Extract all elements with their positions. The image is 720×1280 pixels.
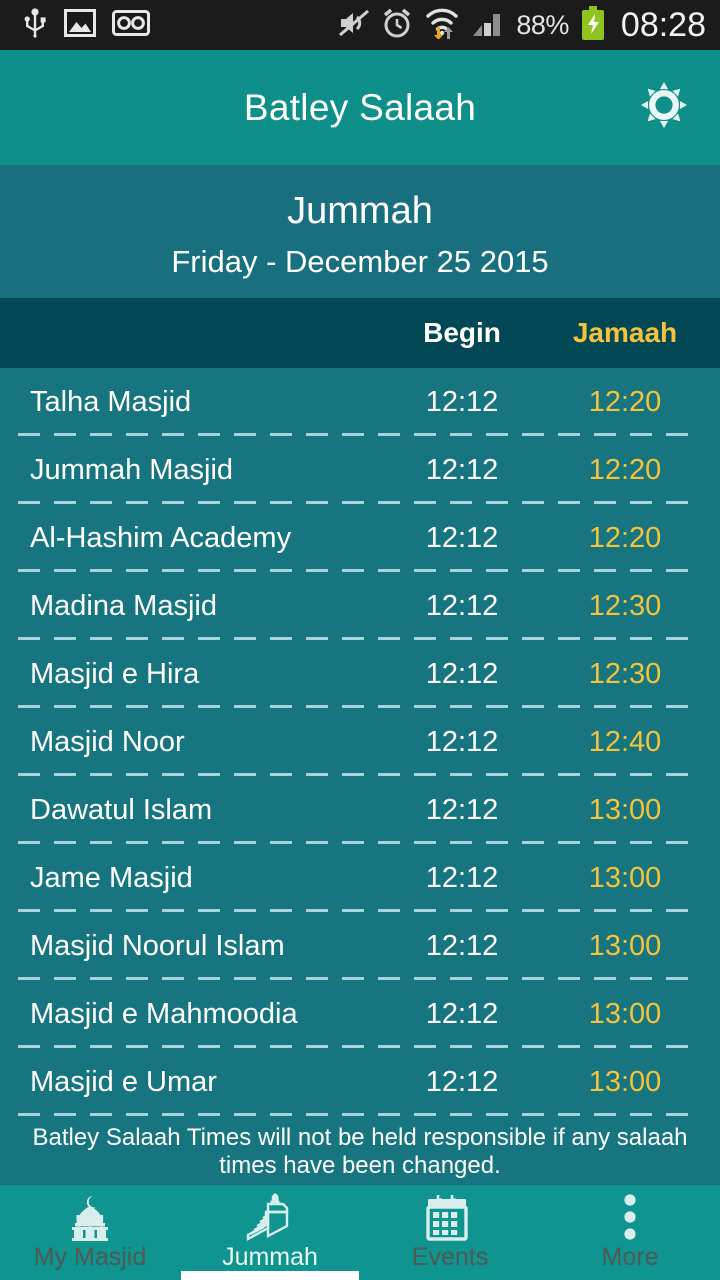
cell-begin-time: 12:12 xyxy=(425,453,499,486)
status-bar-right-icons: 88% 08:28 xyxy=(338,5,706,45)
salaah-times-table: Talha Masjid 12:12 12:20 Jummah Masjid 12:12… xyxy=(0,368,720,1116)
nav-item-label: Events xyxy=(411,1243,489,1271)
status-bar-left-icons xyxy=(22,7,150,43)
cell-begin-time: 12:12 xyxy=(425,793,499,826)
cell-begin-time: 12:12 xyxy=(425,521,499,554)
cell-masjid-name: Jame Masjid xyxy=(30,861,193,894)
bottom-navigation-bar: My Masjid Jummah Events More xyxy=(0,1185,720,1280)
voicemail-icon xyxy=(112,9,150,41)
cell-masjid-name: Masjid e Mahmoodia xyxy=(30,997,298,1030)
table-row[interactable]: Madina Masjid 12:12 12:30 xyxy=(0,572,720,640)
cell-masjid-name: Masjid Noorul Islam xyxy=(30,929,285,962)
status-bar-clock: 08:28 xyxy=(620,5,706,44)
signal-icon xyxy=(471,8,505,43)
active-tab-indicator xyxy=(181,1271,359,1280)
calendar-icon xyxy=(425,1193,475,1241)
gear-icon xyxy=(638,79,690,136)
prayer-title-block: Jummah Friday - December 25 2015 xyxy=(0,165,720,298)
nav-item-label: Jummah xyxy=(222,1243,318,1271)
battery-charging-icon xyxy=(580,5,606,45)
app-title: Batley Salaah xyxy=(243,86,477,128)
cell-begin-time: 12:12 xyxy=(425,657,499,690)
cell-begin-time: 12:12 xyxy=(425,929,499,962)
table-row[interactable]: Masjid e Umar 12:12 13:00 xyxy=(0,1048,720,1116)
cell-begin-time: 12:12 xyxy=(425,1065,499,1098)
nav-item-my-masjid[interactable]: My Masjid xyxy=(0,1185,180,1280)
disclaimer-text: Batley Salaah Times will not be held res… xyxy=(0,1116,720,1191)
table-row[interactable]: Masjid Noor 12:12 12:40 xyxy=(0,708,720,776)
cell-jamaah-time: 13:00 xyxy=(588,929,662,962)
cell-masjid-name: Jummah Masjid xyxy=(30,453,234,486)
battery-percent: 88% xyxy=(516,9,569,40)
prayer-name: Jummah xyxy=(287,189,433,232)
table-row[interactable]: Jummah Masjid 12:12 12:20 xyxy=(0,436,720,504)
cell-masjid-name: Al-Hashim Academy xyxy=(30,521,292,554)
nav-item-more[interactable]: More xyxy=(540,1185,720,1280)
usb-icon xyxy=(22,7,48,43)
image-icon xyxy=(64,8,96,42)
cell-masjid-name: Masjid e Umar xyxy=(30,1065,217,1098)
prayer-date: Friday - December 25 2015 xyxy=(171,243,549,279)
table-row[interactable]: Talha Masjid 12:12 12:20 xyxy=(0,368,720,436)
settings-button[interactable] xyxy=(636,80,692,136)
nav-item-label: More xyxy=(601,1243,659,1271)
cell-jamaah-time: 12:20 xyxy=(588,453,662,486)
nav-item-label: My Masjid xyxy=(33,1243,147,1271)
table-row[interactable]: Masjid Noorul Islam 12:12 13:00 xyxy=(0,912,720,980)
table-row[interactable]: Al-Hashim Academy 12:12 12:20 xyxy=(0,504,720,572)
cell-masjid-name: Talha Masjid xyxy=(30,385,192,418)
cell-masjid-name: Madina Masjid xyxy=(30,589,217,622)
table-column-header: Begin Jamaah xyxy=(0,298,720,368)
table-row[interactable]: Dawatul Islam 12:12 13:00 xyxy=(0,776,720,844)
cell-masjid-name: Dawatul Islam xyxy=(30,793,213,826)
cell-begin-time: 12:12 xyxy=(425,725,499,758)
cell-jamaah-time: 12:30 xyxy=(588,657,662,690)
cell-begin-time: 12:12 xyxy=(425,385,499,418)
minbar-icon xyxy=(242,1193,298,1242)
column-header-begin: Begin xyxy=(423,317,501,348)
status-bar: 88% 08:28 xyxy=(0,0,720,50)
cell-jamaah-time: 12:40 xyxy=(588,725,662,758)
cell-jamaah-time: 13:00 xyxy=(588,793,662,826)
nav-item-events[interactable]: Events xyxy=(360,1185,540,1280)
cell-jamaah-time: 13:00 xyxy=(588,997,662,1030)
table-row[interactable]: Jame Masjid 12:12 13:00 xyxy=(0,844,720,912)
cell-jamaah-time: 12:20 xyxy=(588,385,662,418)
table-row[interactable]: Masjid e Hira 12:12 12:30 xyxy=(0,640,720,708)
cell-masjid-name: Masjid Noor xyxy=(30,725,185,758)
app-bar: Batley Salaah xyxy=(0,50,720,165)
cell-masjid-name: Masjid e Hira xyxy=(30,657,200,690)
cell-begin-time: 12:12 xyxy=(425,997,499,1030)
alarm-icon xyxy=(381,7,413,44)
column-header-jamaah: Jamaah xyxy=(572,317,678,348)
mute-icon xyxy=(338,8,370,43)
mosque-dome-icon xyxy=(62,1193,118,1241)
cell-jamaah-time: 13:00 xyxy=(588,861,662,894)
wifi-icon xyxy=(424,7,460,44)
cell-jamaah-time: 13:00 xyxy=(588,1065,662,1098)
cell-begin-time: 12:12 xyxy=(425,589,499,622)
cell-jamaah-time: 12:20 xyxy=(588,521,662,554)
cell-begin-time: 12:12 xyxy=(425,861,499,894)
nav-item-jummah[interactable]: Jummah xyxy=(180,1185,360,1280)
overflow-dots-icon xyxy=(619,1193,641,1241)
cell-jamaah-time: 12:30 xyxy=(588,589,662,622)
table-row[interactable]: Masjid e Mahmoodia 12:12 13:00 xyxy=(0,980,720,1048)
